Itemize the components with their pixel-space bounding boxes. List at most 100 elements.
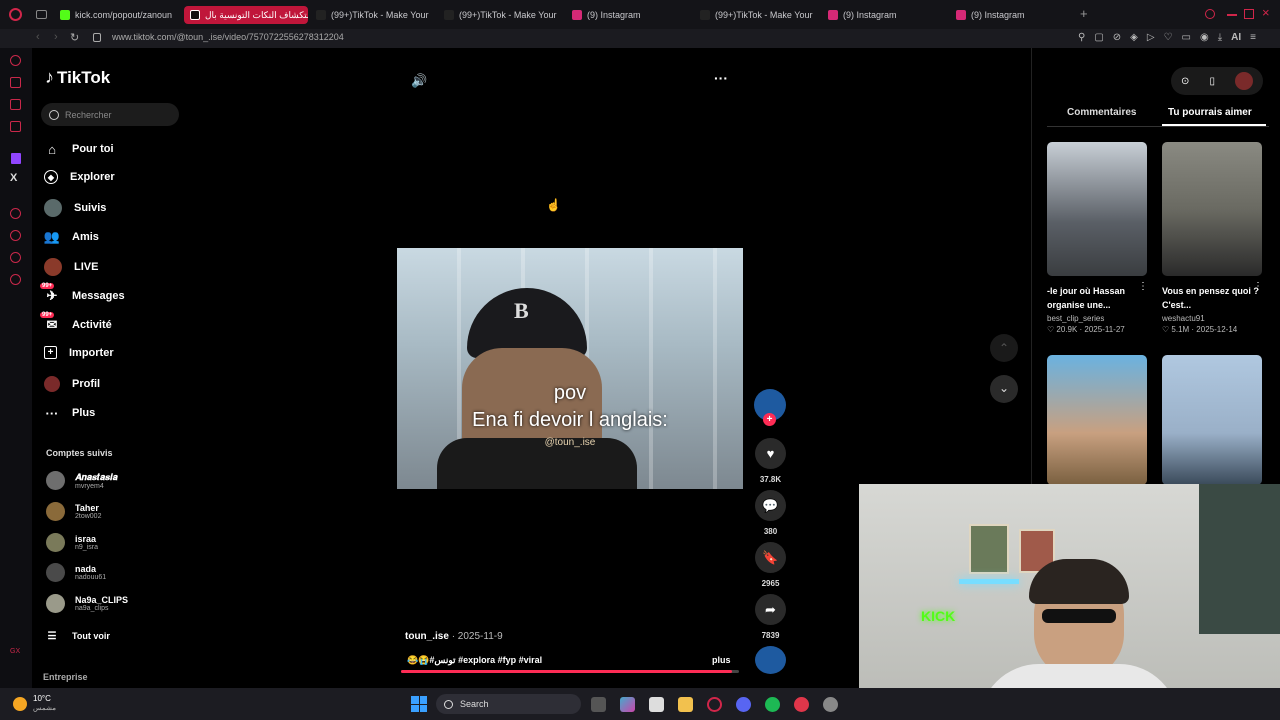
player-icon[interactable] bbox=[10, 208, 21, 219]
like-button[interactable]: ♥ bbox=[755, 438, 786, 469]
following-item[interactable]: 𝑨𝒏𝒂𝒔𝒕𝒂𝒔𝒊𝒂 mvryem4 bbox=[46, 471, 118, 490]
progress-track[interactable] bbox=[401, 670, 739, 673]
twitch-icon[interactable] bbox=[11, 153, 21, 164]
nav-profile[interactable]: Profil bbox=[44, 376, 100, 392]
maximize-icon[interactable] bbox=[1244, 9, 1254, 19]
footer-link[interactable]: Entreprise bbox=[43, 672, 88, 682]
avatar[interactable] bbox=[1234, 72, 1253, 90]
tab-instagram-3[interactable]: (9) Instagram bbox=[956, 6, 1071, 24]
tab-tiktok-2[interactable]: (99+)TikTok - Make Your bbox=[444, 6, 559, 24]
search-tabs-icon[interactable] bbox=[1205, 9, 1215, 19]
sound-avatar[interactable] bbox=[755, 646, 786, 674]
tab-active[interactable]: استكشاف النكات التونسية بال bbox=[184, 6, 308, 24]
nav-friends[interactable]: 👥 Amis bbox=[44, 229, 99, 245]
forward-icon[interactable]: › bbox=[54, 31, 58, 43]
taskbar-search[interactable]: Search bbox=[436, 694, 581, 714]
menu-icon[interactable]: ≡ bbox=[1250, 32, 1256, 43]
vpn-icon[interactable]: ◈ bbox=[1130, 32, 1138, 43]
nav-explore[interactable]: ◆ Explorer bbox=[44, 170, 115, 184]
windows-start-icon[interactable] bbox=[411, 696, 427, 712]
ai-icon[interactable]: AI bbox=[1231, 32, 1241, 43]
task-view-icon[interactable] bbox=[591, 697, 606, 712]
video-player[interactable]: B pov Ena fi devoir l anglais: @toun_.is… bbox=[397, 248, 743, 489]
tab-instagram-2[interactable]: (9) Instagram bbox=[828, 6, 943, 24]
comment-button[interactable]: 💬 bbox=[755, 490, 786, 521]
tab-tiktok-3[interactable]: (99+)TikTok - Make Your bbox=[700, 6, 815, 24]
instagram-favicon-icon bbox=[828, 10, 838, 20]
following-item[interactable]: Na9a_CLIPS na9a_clips bbox=[46, 594, 128, 613]
prev-video-button[interactable]: ⌃ bbox=[990, 334, 1018, 362]
more-sidebar-icon[interactable]: GX bbox=[10, 648, 20, 655]
opera-logo-icon[interactable] bbox=[9, 8, 22, 21]
discord-icon[interactable] bbox=[736, 697, 751, 712]
instagram-sidebar-icon[interactable] bbox=[10, 121, 21, 132]
wallet-icon[interactable]: ▭ bbox=[1182, 32, 1191, 43]
weather-icon[interactable] bbox=[13, 697, 27, 711]
settings-icon[interactable] bbox=[10, 274, 21, 285]
nav-live[interactable]: LIVE bbox=[44, 258, 98, 276]
nav-following[interactable]: Suivis bbox=[44, 199, 106, 217]
heart-icon[interactable]: ♡ bbox=[1164, 32, 1173, 43]
store-icon[interactable] bbox=[649, 697, 664, 712]
suggestion-card[interactable]: Vous en pensez quoi ? C'est... weshactu9… bbox=[1162, 142, 1262, 334]
opera-gx-taskbar-icon[interactable] bbox=[707, 697, 722, 712]
following-item[interactable]: Taher 2tow002 bbox=[46, 502, 101, 521]
tab-instagram-1[interactable]: (9) Instagram bbox=[572, 6, 687, 24]
follow-plus-icon[interactable]: + bbox=[763, 413, 776, 426]
compass-icon[interactable]: ⊙ bbox=[1181, 76, 1189, 87]
suggestion-card[interactable]: -le jour où Hassan organise une... best_… bbox=[1047, 142, 1147, 334]
reload-icon[interactable]: ↻ bbox=[70, 31, 79, 44]
messenger-icon[interactable] bbox=[10, 99, 21, 110]
tab-kick[interactable]: kick.com/popout/zanoun bbox=[60, 6, 175, 24]
following-item[interactable]: nada nadouu61 bbox=[46, 563, 106, 582]
adblock-icon[interactable]: ⊘ bbox=[1113, 32, 1121, 43]
tab-comments[interactable]: Commentaires bbox=[1067, 107, 1136, 118]
url-field[interactable]: www.tiktok.com/@toun_.ise/video/75707225… bbox=[112, 32, 344, 42]
close-icon[interactable]: × bbox=[1262, 5, 1270, 20]
new-tab-icon[interactable]: + bbox=[1080, 6, 1088, 21]
copilot-icon[interactable] bbox=[620, 697, 635, 712]
more-description-button[interactable]: plus bbox=[712, 655, 731, 665]
extensions-icon[interactable] bbox=[10, 252, 21, 263]
video-author[interactable]: toun_.ise bbox=[405, 631, 449, 642]
sidebar-app-icon[interactable] bbox=[10, 77, 21, 88]
nav-activity[interactable]: ✉ 99+ Activité bbox=[40, 312, 112, 333]
app-icon[interactable] bbox=[823, 697, 838, 712]
x-icon[interactable]: X bbox=[10, 172, 17, 184]
tiktok-sidebar: ♪ TikTok Rechercher ⌂ Pour toi ◆ Explorer … bbox=[32, 48, 200, 688]
speed-dial-icon[interactable] bbox=[10, 55, 21, 66]
nav-for-you[interactable]: ⌂ Pour toi bbox=[44, 141, 114, 157]
save-button[interactable]: 🔖 bbox=[755, 542, 786, 573]
play-icon[interactable]: ▷ bbox=[1147, 32, 1155, 43]
tab-tiktok-1[interactable]: (99+)TikTok - Make Your bbox=[316, 6, 431, 24]
minimize-icon[interactable] bbox=[1227, 14, 1237, 16]
back-icon[interactable]: ‹ bbox=[36, 31, 40, 43]
more-options-icon[interactable]: ··· bbox=[714, 70, 728, 86]
next-video-button[interactable]: ⌄ bbox=[990, 375, 1018, 403]
nav-upload[interactable]: + Importer bbox=[44, 346, 114, 359]
nav-messages[interactable]: ✈ 99+ Messages bbox=[40, 283, 125, 304]
history-icon[interactable] bbox=[10, 230, 21, 241]
snapshot-icon[interactable]: ▢ bbox=[1094, 32, 1103, 43]
tiktok-logo[interactable]: ♪ TikTok bbox=[45, 67, 110, 88]
spotify-icon[interactable] bbox=[765, 697, 780, 712]
tab-suggestions[interactable]: Tu pourrais aimer bbox=[1168, 107, 1252, 118]
app-icon[interactable] bbox=[794, 697, 809, 712]
following-item[interactable]: israa n9_isra bbox=[46, 533, 98, 552]
volume-icon[interactable]: 🔊 bbox=[411, 73, 427, 89]
browser-sidebar: X GX bbox=[0, 48, 32, 720]
suggestion-thumbnail[interactable] bbox=[1047, 355, 1147, 485]
suggestion-thumbnail[interactable] bbox=[1162, 355, 1262, 485]
download-icon[interactable]: ⤓ bbox=[1218, 32, 1222, 43]
nav-more[interactable]: ··· Plus bbox=[44, 405, 96, 421]
tab-switcher-icon[interactable] bbox=[36, 10, 47, 19]
card-more-icon[interactable]: ⋮ bbox=[1138, 281, 1148, 292]
pin-icon[interactable]: ⚲ bbox=[1078, 32, 1085, 43]
card-more-icon[interactable]: ⋮ bbox=[1253, 281, 1263, 292]
account-icon[interactable]: ◉ bbox=[1200, 32, 1209, 43]
see-all-link[interactable]: ☰ Tout voir bbox=[44, 628, 110, 644]
phone-icon[interactable]: ▯ bbox=[1209, 76, 1215, 87]
share-button[interactable]: ➦ bbox=[755, 594, 786, 625]
file-explorer-icon[interactable] bbox=[678, 697, 693, 712]
search-input[interactable]: Rechercher bbox=[41, 103, 179, 126]
